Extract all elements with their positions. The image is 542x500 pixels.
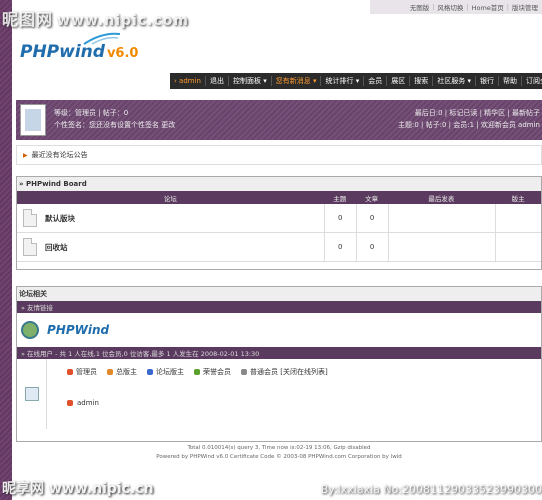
moderator: [495, 203, 541, 233]
header-forum: 论坛: [163, 194, 177, 203]
board-header-row: 论坛 主题 文章 最后发表 版主: [17, 191, 541, 204]
legend-item-toggle[interactable]: 普通会员 [关闭在线列表]: [241, 367, 328, 377]
table-row: 回收站 0 0: [17, 232, 541, 262]
forum-stats: 最后日:0 | 标记已读 | 精华区 | 最新帖子 主题:0 | 帖子:0 | …: [398, 107, 540, 131]
forum-cell: 默认版块: [17, 204, 324, 233]
nav-help[interactable]: 帮助: [499, 76, 522, 86]
header-posts: 文章: [365, 194, 379, 203]
topic-count: 0: [323, 232, 356, 262]
legend-item: 总版主: [107, 367, 137, 377]
legend-item: 论坛版主: [147, 367, 184, 377]
online-header: » 在线用户 - 共 1 人在线,1 位会员,0 位访客,最多 1 人发生在 2…: [17, 347, 541, 359]
nav-search[interactable]: 搜索: [410, 76, 434, 86]
header-moderator: 版主: [511, 194, 525, 203]
forum-cell: 回收站: [17, 233, 324, 262]
header-last-post: 最后发表: [428, 194, 455, 203]
online-content: 管理员 总版主 论坛版主 荣誉会员 普通会员 [关闭在线列表] admin: [47, 359, 328, 429]
footer-powered: Powered by PHPWind v6.0 Certificate Code…: [156, 454, 402, 460]
last-post: [387, 232, 496, 262]
user-info: 等级：管理员 | 帖子：0 个性签名：您还没有设置个性签名 更改: [54, 107, 175, 131]
forum-link[interactable]: 回收站: [45, 242, 68, 253]
partner-logo-link[interactable]: PHPWind: [47, 323, 109, 337]
nav-username[interactable]: › admin: [170, 76, 206, 86]
honor-dot-icon: [194, 369, 200, 375]
user-level: 等级：管理员 | 帖子：0: [54, 109, 129, 117]
watermark-top: 昵图网 www.nipic.com: [2, 10, 189, 29]
avatar[interactable]: [20, 104, 46, 136]
supermod-dot-icon: [107, 369, 113, 375]
nav-members[interactable]: 会员: [364, 76, 388, 86]
mod-dot-icon: [147, 369, 153, 375]
footer: Total 0.010014(s) query 3, Time now is:0…: [16, 444, 542, 462]
toplink-text-only[interactable]: 无图版: [410, 2, 430, 12]
top-links-bar: 无图版 | 风格切换 | Home首页 | 版块管理: [370, 0, 542, 14]
forum-folder-icon: [23, 238, 37, 256]
user-signature: 个性签名：您还没有设置个性签名 更改: [54, 121, 176, 129]
footer-stats: Total 0.010014(s) query 3, Time now is:0…: [187, 445, 371, 451]
forum-stats-line2: 主题:0 | 帖子:0 | 会员:1 | 欢迎新会员 admin: [397, 121, 540, 129]
toplink-home[interactable]: Home首页: [472, 2, 504, 12]
user-panel: 等级：管理员 | 帖子：0 个性签名：您还没有设置个性签名 更改 最后日:0 |…: [16, 100, 542, 140]
online-user[interactable]: admin: [67, 399, 328, 407]
member-legend: 管理员 总版主 论坛版主 荣誉会员 普通会员 [关闭在线列表]: [67, 367, 328, 377]
forum-link[interactable]: 默认版块: [45, 213, 75, 224]
member-dot-icon: [241, 369, 247, 375]
post-count: 0: [355, 232, 388, 262]
last-post: [387, 203, 496, 233]
site-logo[interactable]: PHPwind v6.0: [20, 42, 138, 62]
partner-links: PHPWind: [17, 313, 541, 347]
nav-control-panel[interactable]: 控制面板 ▾: [229, 76, 272, 86]
arrow-right-icon: ▶: [23, 151, 28, 159]
nav-new-messages[interactable]: 您有新消息 ▾: [272, 76, 322, 86]
avatar-image: [25, 109, 41, 131]
announcement-bar: ▶ 最近没有论坛公告: [16, 145, 542, 165]
online-user-name[interactable]: admin: [77, 399, 99, 407]
partner-globe-icon[interactable]: [21, 321, 39, 339]
admin-dot-icon: [67, 369, 73, 375]
watermark-bottom: 昵享网 www.nipic.cn: [2, 481, 154, 497]
announcement-text: 最近没有论坛公告: [31, 151, 88, 159]
header-topics: 主题: [333, 194, 347, 203]
forum-related: 论坛相关 » 友情链接 PHPWind » 在线用户 - 共 1 人在线,1 位…: [16, 286, 542, 442]
links-header: » 友情链接: [17, 301, 541, 313]
toplink-forum-admin[interactable]: 版块管理: [512, 2, 538, 12]
watermark-id: By:lxxiaxia No:20081129033523990300: [320, 483, 542, 496]
moderator: [495, 232, 541, 262]
related-title: 论坛相关: [17, 287, 541, 301]
table-row: 默认版块 0 0: [17, 203, 541, 233]
toplink-style-switch[interactable]: 风格切换: [437, 2, 463, 12]
board-title[interactable]: » PHPwind Board: [17, 177, 541, 191]
legend-item: 荣誉会员: [194, 367, 231, 377]
forum-stats-line1: 最后日:0 | 标记已读 | 精华区 | 最新帖子: [414, 109, 540, 117]
online-users-icon: [24, 387, 39, 401]
online-body: 管理员 总版主 论坛版主 荣誉会员 普通会员 [关闭在线列表] admin: [17, 359, 541, 429]
nav-stats[interactable]: 统计排行 ▾: [321, 76, 365, 86]
post-count: 0: [355, 203, 388, 233]
nav-logout[interactable]: 退出: [206, 76, 229, 86]
logo-name: PHPwind: [20, 42, 105, 62]
forum-board: » PHPwind Board 论坛 主题 文章 最后发表 版主 默认版块 0 …: [16, 176, 542, 270]
logo-version: v6.0: [106, 46, 139, 61]
nav-bank[interactable]: 银行: [476, 76, 499, 86]
legend-item: 管理员: [67, 367, 97, 377]
page: PHPwind v6.0 无图版 | 风格切换 | Home首页 | 版块管理 › ad…: [12, 0, 542, 500]
nav-subscribe[interactable]: 订阅全站: [522, 76, 542, 86]
online-icon-col: [17, 359, 47, 429]
topic-count: 0: [323, 203, 356, 233]
nav-showcase[interactable]: 展区: [387, 76, 411, 86]
admin-dot-icon: [67, 400, 73, 406]
main-nav: › admin 退出 控制面板 ▾ 您有新消息 ▾ 统计排行 ▾ 会员 展区 搜…: [170, 73, 542, 89]
nav-services[interactable]: 社区服务 ▾: [433, 76, 476, 86]
forum-folder-icon: [23, 209, 37, 227]
